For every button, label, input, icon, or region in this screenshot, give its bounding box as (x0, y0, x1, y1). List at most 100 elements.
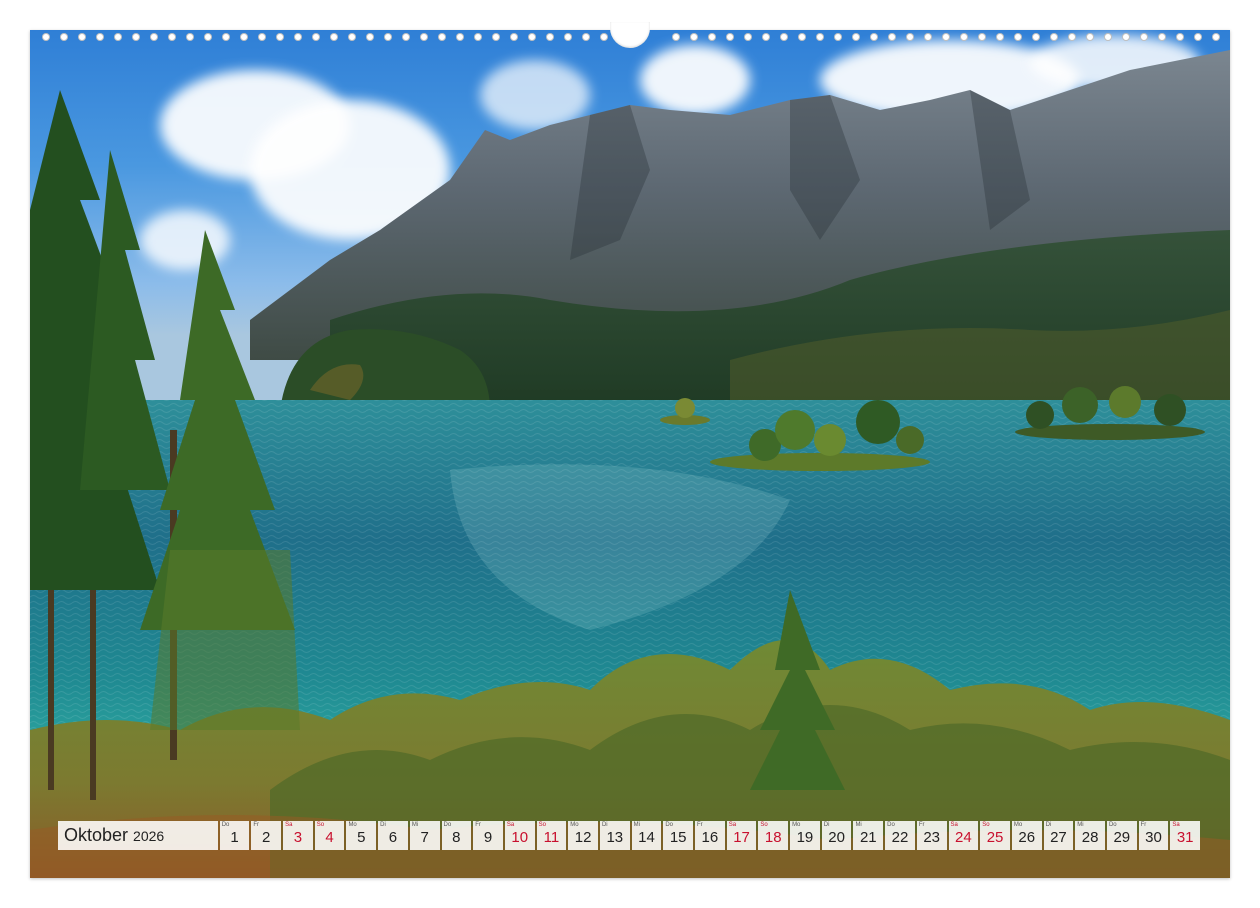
day-number: 30 (1145, 829, 1162, 846)
binding-hole (1158, 33, 1166, 41)
binding-hole (798, 33, 806, 41)
day-cell: Do 22 (885, 821, 915, 850)
weekday-abbr: Mi (1077, 822, 1084, 828)
day-cell: Di 27 (1043, 821, 1074, 850)
binding-hole (600, 33, 608, 41)
binding-hole (726, 33, 734, 41)
day-cell: Fr 2 (251, 821, 282, 850)
day-cell: Sa 10 (504, 821, 535, 850)
binding-hole (744, 33, 752, 41)
day-number: 16 (701, 829, 719, 846)
binding-hole (186, 33, 194, 41)
weekday-abbr: Fr (475, 822, 481, 828)
weekday-abbr: So (760, 822, 768, 828)
binding-hole (690, 33, 698, 41)
weekday-abbr: Di (380, 822, 386, 828)
binding-hole (1140, 33, 1148, 41)
day-number: 2 (262, 829, 271, 846)
binding-hole (438, 33, 446, 41)
landscape-photo (30, 30, 1230, 878)
day-number: 25 (986, 829, 1004, 846)
day-number: 13 (606, 829, 624, 846)
weekday-abbr: Do (443, 822, 452, 828)
day-number: 29 (1113, 829, 1131, 846)
day-number: 31 (1176, 829, 1194, 846)
weekday-abbr: Sa (728, 822, 737, 828)
binding-hole (204, 33, 212, 41)
binding-hole (1194, 33, 1202, 41)
weekday-abbr: Fr (918, 822, 925, 828)
month-name: Oktober (64, 825, 129, 845)
weekday-abbr: Di (601, 822, 608, 828)
binding-hole (510, 33, 518, 41)
weekday-abbr: Do (665, 822, 673, 828)
day-cell: Mo 19 (790, 821, 820, 850)
binding-hole (294, 33, 302, 41)
weekday-abbr: Fr (697, 822, 703, 828)
binding-hole (906, 33, 914, 41)
weekday-abbr: Di (823, 822, 830, 828)
weekday-abbr: Sa (950, 822, 958, 828)
binding-hole (384, 33, 392, 41)
binding-hole (780, 33, 788, 41)
month-label: Oktober 2026 (58, 821, 218, 850)
binding-hole (330, 33, 338, 41)
calendar-page: Oktober 2026 Do 1 Fr 2 Sa 3 So 4 Mo 5 Di 6 Mi 7 Do 8 Fr 9… (0, 0, 1260, 908)
binding-hole (942, 33, 950, 41)
binding-hole (1014, 33, 1022, 41)
day-cell: Sa 17 (726, 821, 757, 850)
binding-hole (150, 33, 158, 41)
day-number: 9 (483, 829, 493, 846)
weekday-abbr: Di (1045, 822, 1052, 828)
day-number: 18 (764, 829, 782, 846)
binding-hole (762, 33, 770, 41)
weekday-abbr: Mo (1013, 822, 1023, 828)
day-cell: Sa 31 (1170, 821, 1200, 850)
weekday-abbr: Fr (1140, 822, 1147, 828)
binding-hole (1104, 33, 1112, 41)
binding-hole (834, 33, 842, 41)
binding-hole (240, 33, 248, 41)
day-number: 26 (1018, 829, 1036, 846)
day-cell: Do 1 (219, 821, 250, 850)
binding-hole (870, 33, 878, 41)
day-number: 3 (293, 829, 303, 846)
weekday-abbr: Mi (411, 822, 419, 828)
day-cell: Do 8 (441, 821, 472, 850)
day-cell: Mi 21 (853, 821, 884, 850)
day-cell: Fr 16 (695, 821, 725, 850)
day-number: 17 (733, 829, 750, 846)
binding-hole (456, 33, 464, 41)
binding-hole (852, 33, 860, 41)
binding-hole (888, 33, 896, 41)
day-cell: Sa 24 (948, 821, 979, 850)
day-number: 12 (574, 829, 592, 846)
day-cell: Fr 30 (1138, 821, 1169, 850)
binding-hole (312, 33, 320, 41)
day-number: 27 (1050, 829, 1067, 846)
day-cell: So 18 (758, 821, 789, 850)
weekday-abbr: Do (221, 822, 230, 828)
day-number: 15 (669, 829, 687, 846)
binding-hole (816, 33, 824, 41)
day-cell: Di 6 (378, 821, 408, 850)
day-number: 11 (543, 829, 560, 846)
day-cell: Do 15 (663, 821, 693, 850)
day-number: 10 (511, 829, 529, 846)
month-year: 2026 (133, 827, 165, 844)
weekday-abbr: Mi (855, 822, 862, 828)
binding-hole (528, 33, 536, 41)
day-cell: Mo 5 (346, 821, 377, 850)
day-cell: Di 13 (599, 821, 630, 850)
calendar-strip: Oktober 2026 Do 1 Fr 2 Sa 3 So 4 Mo 5 Di 6 Mi 7 Do 8 Fr 9… (58, 821, 1202, 850)
binding-hole (1122, 33, 1130, 41)
binding-hole (60, 33, 68, 41)
day-number: 6 (388, 829, 398, 846)
binding-hole (42, 33, 50, 41)
weekday-abbr: Do (1108, 822, 1117, 828)
weekday-abbr: So (982, 822, 990, 828)
day-cell: Sa 3 (283, 821, 313, 850)
day-number: 5 (357, 829, 366, 846)
binding-hole (420, 33, 428, 41)
day-number: 28 (1081, 829, 1099, 846)
